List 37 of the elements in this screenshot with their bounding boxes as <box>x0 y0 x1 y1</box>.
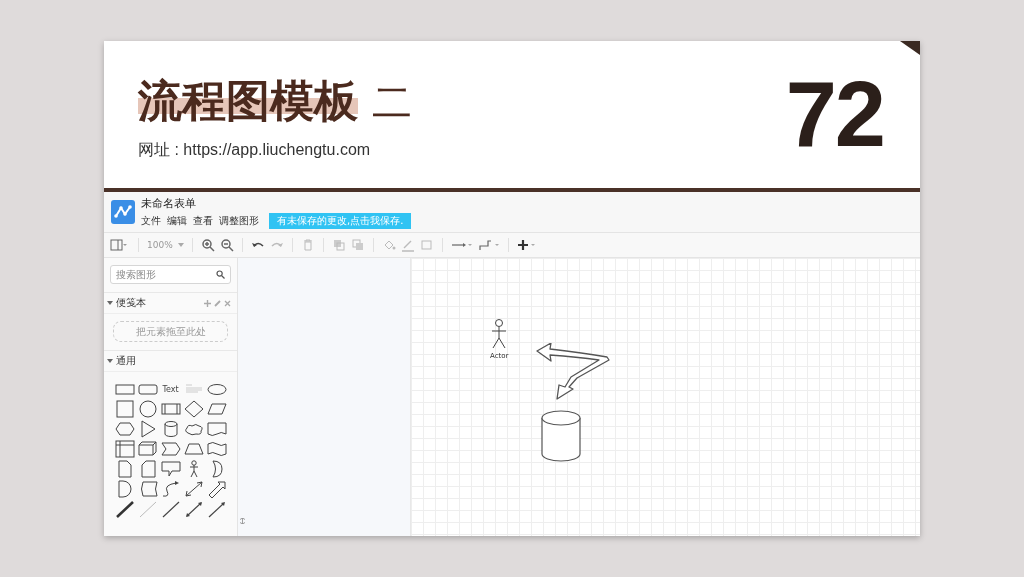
corner-mark-icon <box>900 41 920 55</box>
hexagon-shape-icon[interactable] <box>113 419 136 439</box>
slide-title-suffix: 二 <box>372 78 412 127</box>
collapse-caret-icon[interactable] <box>107 358 113 364</box>
menu-item[interactable]: 编辑 <box>167 213 187 228</box>
cylinder-shape[interactable] <box>541 410 581 462</box>
resize-handle-icon[interactable] <box>240 518 245 524</box>
collapse-caret-icon[interactable] <box>107 300 113 306</box>
cube-shape-icon[interactable] <box>136 439 159 459</box>
tape-shape-icon[interactable] <box>205 439 228 459</box>
section-title[interactable]: 通用 <box>116 354 136 368</box>
search-field[interactable]: 搜索图形 <box>110 265 231 284</box>
step-shape-icon[interactable] <box>159 439 182 459</box>
diamond-shape-icon[interactable] <box>182 399 205 419</box>
zoom-in-icon[interactable] <box>200 238 215 252</box>
search-icon[interactable] <box>216 270 225 279</box>
caret-icon <box>177 243 184 247</box>
add-icon[interactable] <box>516 238 537 252</box>
callout-shape-icon[interactable] <box>159 459 182 479</box>
circle-shape-icon[interactable] <box>136 399 159 419</box>
layout-icon[interactable] <box>110 238 130 252</box>
line-color-icon[interactable] <box>400 238 415 252</box>
internal-shape-icon[interactable] <box>113 439 136 459</box>
biarrow-shape-icon[interactable] <box>182 479 205 499</box>
menu-item[interactable]: 调整图形 <box>219 213 259 228</box>
slide-number: 72 <box>785 62 884 167</box>
section-title[interactable]: 便笺本 <box>116 296 146 310</box>
menu-item[interactable]: 查看 <box>193 213 213 228</box>
zoom-out-icon[interactable] <box>219 238 234 252</box>
document-shape-icon[interactable] <box>205 419 228 439</box>
actor-figure-icon[interactable] <box>492 319 507 349</box>
text-shape[interactable]: Text <box>162 384 179 394</box>
url-text: 网址 : https://app.liuchengtu.com <box>138 140 372 160</box>
app-logo-icon <box>111 200 135 224</box>
menu-item[interactable]: 文件 <box>141 213 161 228</box>
document-title[interactable]: 未命名表单 <box>141 195 412 211</box>
drop-zone: 把元素拖至此处 <box>113 321 228 342</box>
